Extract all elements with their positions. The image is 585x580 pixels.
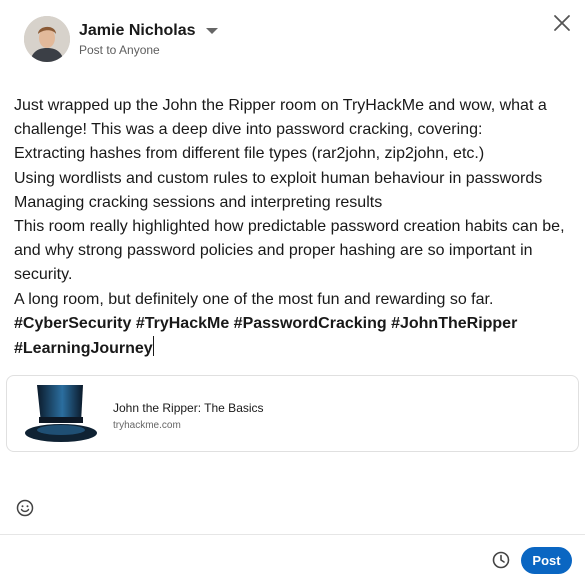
author-name: Jamie Nicholas — [79, 21, 196, 39]
post-header: Jamie Nicholas Post to Anyone — [24, 15, 218, 63]
post-line: Managing cracking sessions and interpret… — [14, 193, 383, 211]
link-preview-thumbnail — [23, 383, 103, 445]
post-line: Just wrapped up the John the Ripper room… — [14, 97, 547, 139]
post-line: Extracting hashes from different file ty… — [14, 145, 485, 163]
hashtags-line: #CyberSecurity #TryHackMe #PasswordCrack… — [14, 312, 574, 361]
clock-icon[interactable] — [491, 550, 511, 570]
post-line: This room really highlighted how predict… — [14, 218, 565, 284]
author-selector[interactable]: Jamie Nicholas — [79, 22, 218, 40]
audience-label: Post to Anyone — [79, 42, 160, 57]
smiley-icon[interactable] — [15, 498, 35, 518]
text-cursor — [152, 336, 154, 357]
link-preview-card[interactable]: John the Ripper: The Basics tryhackme.co… — [6, 375, 579, 452]
author-info: Jamie Nicholas Post to Anyone — [79, 22, 218, 57]
post-line: Using wordlists and custom rules to expl… — [14, 169, 543, 187]
post-line: A long room, but definitely one of the m… — [14, 290, 494, 308]
caret-down-icon — [205, 27, 218, 34]
close-icon[interactable] — [551, 12, 573, 34]
post-button[interactable]: Post — [521, 547, 572, 574]
hashtags: #CyberSecurity #TryHackMe #PasswordCrack… — [14, 314, 518, 358]
link-preview-domain: tryhackme.com — [113, 420, 181, 431]
post-editor[interactable]: Just wrapped up the John the Ripper room… — [14, 94, 574, 361]
link-preview-title: John the Ripper: The Basics — [113, 401, 264, 415]
footer-divider — [0, 534, 585, 535]
avatar — [24, 16, 70, 62]
